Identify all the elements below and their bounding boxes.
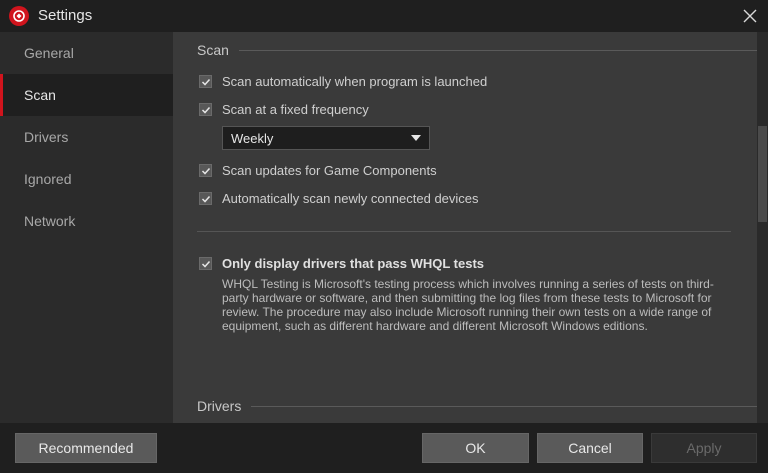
- drivers-section-header: Drivers: [173, 396, 757, 416]
- footer: Recommended OK Cancel Apply: [0, 423, 768, 473]
- sidebar-item-scan[interactable]: Scan: [0, 74, 173, 116]
- section-title: Scan: [197, 42, 229, 58]
- ok-button[interactable]: OK: [422, 433, 529, 463]
- whql-option[interactable]: Only display drivers that pass WHQL test…: [199, 256, 484, 271]
- section-divider: [238, 49, 757, 51]
- window-title: Settings: [38, 7, 93, 24]
- caret-down-icon: [411, 135, 421, 141]
- sidebar-item-general[interactable]: General: [0, 32, 173, 74]
- whql-description: WHQL Testing is Microsoft's testing proc…: [222, 277, 714, 333]
- sidebar-item-label: Drivers: [24, 129, 69, 145]
- fixed-frequency-label: Scan at a fixed frequency: [222, 102, 369, 117]
- checkmark-icon: [201, 78, 210, 86]
- game-components-option[interactable]: Scan updates for Game Components: [199, 163, 437, 178]
- new-devices-label: Automatically scan newly connected devic…: [222, 191, 479, 206]
- new-devices-checkbox[interactable]: [199, 192, 212, 205]
- fixed-frequency-option[interactable]: Scan at a fixed frequency: [199, 102, 369, 117]
- checkmark-icon: [201, 106, 210, 114]
- auto-launch-option[interactable]: Scan automatically when program is launc…: [199, 74, 487, 89]
- auto-launch-checkbox[interactable]: [199, 75, 212, 88]
- frequency-select[interactable]: Weekly: [222, 126, 430, 150]
- auto-launch-label: Scan automatically when program is launc…: [222, 74, 488, 89]
- scan-section-header: Scan: [173, 40, 757, 60]
- settings-content: Scan Scan automatically when program is …: [173, 32, 757, 423]
- game-components-label: Scan updates for Game Components: [222, 163, 437, 178]
- sidebar-item-ignored[interactable]: Ignored: [0, 158, 173, 200]
- sidebar: General Scan Drivers Ignored Network: [0, 32, 173, 423]
- whql-label: Only display drivers that pass WHQL test…: [222, 256, 485, 271]
- sidebar-item-label: Network: [24, 213, 76, 229]
- section-title: Drivers: [197, 398, 242, 414]
- sidebar-item-label: Ignored: [24, 171, 72, 187]
- section-divider: [251, 405, 757, 407]
- recommended-button[interactable]: Recommended: [15, 433, 157, 463]
- app-logo-icon: [9, 6, 29, 26]
- cancel-button[interactable]: Cancel: [537, 433, 643, 463]
- close-button[interactable]: [740, 6, 760, 26]
- scrollbar-thumb[interactable]: [758, 126, 767, 222]
- title-bar: Settings: [0, 0, 768, 32]
- checkmark-icon: [201, 260, 210, 268]
- game-components-checkbox[interactable]: [199, 164, 212, 177]
- new-devices-option[interactable]: Automatically scan newly connected devic…: [199, 191, 479, 206]
- section-divider: [197, 231, 731, 232]
- apply-button[interactable]: Apply: [651, 433, 757, 463]
- fixed-frequency-checkbox[interactable]: [199, 103, 212, 116]
- close-icon: [743, 9, 757, 23]
- sidebar-item-network[interactable]: Network: [0, 200, 173, 242]
- checkmark-icon: [201, 195, 210, 203]
- checkmark-icon: [201, 167, 210, 175]
- whql-checkbox[interactable]: [199, 257, 212, 270]
- sidebar-item-drivers[interactable]: Drivers: [0, 116, 173, 158]
- frequency-value: Weekly: [231, 130, 274, 146]
- sidebar-item-label: General: [24, 45, 74, 61]
- content-scrollbar[interactable]: [757, 32, 768, 423]
- sidebar-item-label: Scan: [24, 87, 56, 103]
